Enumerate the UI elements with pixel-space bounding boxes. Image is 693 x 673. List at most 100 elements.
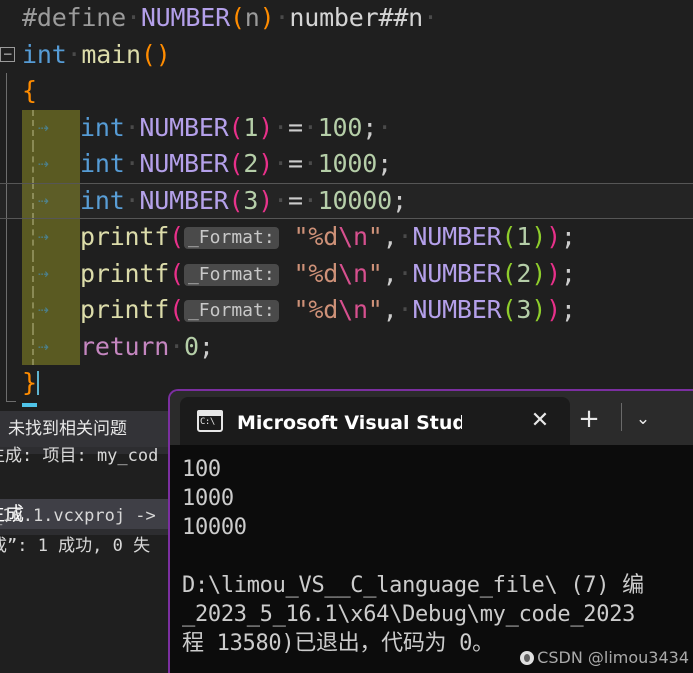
code-token: · xyxy=(397,258,413,288)
new-tab-icon[interactable]: + xyxy=(574,405,604,433)
code-token: { xyxy=(22,76,37,105)
code-text: int·NUMBER(2)·=·1000; xyxy=(80,146,392,183)
code-token: printf xyxy=(80,295,170,324)
code-line-container: #define·NUMBER(n)·number##n· − int·main(){… xyxy=(0,0,693,402)
code-text: int·NUMBER(3)·=·10000; xyxy=(80,183,407,220)
close-icon[interactable]: ✕ xyxy=(528,409,552,433)
code-text: return·0; xyxy=(80,329,214,366)
code-token: "%d xyxy=(293,222,339,251)
terminal-output-area[interactable]: 100 1000 10000 D:\limou_VS__C_language_file… xyxy=(170,445,693,673)
code-token: 2 xyxy=(516,258,532,288)
code-line-printf-1[interactable]: ⇢ printf(_Format: "%d\n",·NUMBER(1)); xyxy=(0,219,693,256)
code-line-return-statement[interactable]: ⇢ return·0; xyxy=(0,328,693,366)
code-token: 1000 xyxy=(317,149,378,178)
change-indicator-bar xyxy=(22,292,80,329)
code-token: , xyxy=(382,222,398,251)
terminal-line: 100 xyxy=(182,457,221,482)
tab-bar-divider xyxy=(621,403,622,431)
console-icon-label: C:\ xyxy=(200,417,215,427)
tab-arrow-icon: ⇢ xyxy=(38,153,49,174)
code-token: ; xyxy=(391,185,407,215)
code-token: int xyxy=(80,112,125,142)
code-token: NUMBER xyxy=(139,149,229,178)
csdn-watermark: CSDN @limou3434 xyxy=(520,648,689,667)
code-token: · xyxy=(397,295,413,324)
terminal-tab-title: Microsoft Visual Studio 调试控 xyxy=(237,411,462,434)
code-token: NUMBER xyxy=(140,3,230,32)
code-token: 0 xyxy=(183,331,199,361)
code-token: ) xyxy=(155,39,171,69)
code-token: · xyxy=(273,112,288,142)
inline-parameter-hint: _Format: xyxy=(183,227,279,249)
watermark-text: CSDN @limou3434 xyxy=(537,648,689,667)
fold-region-line xyxy=(6,255,7,292)
code-token: · xyxy=(124,149,140,178)
code-token: printf xyxy=(80,222,170,251)
tab-arrow-icon: ⇢ xyxy=(38,262,49,284)
chevron-down-icon[interactable]: ⌄ xyxy=(625,405,661,433)
console-icon: C:\ xyxy=(197,410,223,432)
csdn-logo-icon xyxy=(520,650,535,665)
code-token: \n xyxy=(338,258,368,288)
code-token: 1 xyxy=(243,112,259,142)
terminal-tab-bar[interactable]: C:\ Microsoft Visual Studio 调试控 ✕ + ⌄ xyxy=(170,391,693,445)
fold-collapse-icon[interactable]: − xyxy=(0,46,15,62)
indent-guide xyxy=(32,328,34,365)
code-token: printf xyxy=(80,258,170,288)
inline-parameter-hint: _Format: xyxy=(183,263,279,286)
code-token: ( xyxy=(501,258,517,288)
code-token: NUMBER xyxy=(139,112,229,142)
code-token: ( xyxy=(169,295,184,324)
code-line-printf-3[interactable]: ⇢ printf(_Format: "%d\n",·NUMBER(3)); xyxy=(0,292,693,329)
terminal-tab[interactable]: C:\ Microsoft Visual Studio 调试控 ✕ xyxy=(180,397,570,445)
code-token: main xyxy=(81,39,141,69)
code-token: · xyxy=(377,112,392,142)
code-text: printf(_Format: "%d\n",·NUMBER(2)); xyxy=(80,256,576,293)
code-token: number##n xyxy=(289,3,424,32)
tab-arrow-icon: ⇢ xyxy=(38,189,49,211)
code-token: \n xyxy=(338,295,368,324)
code-token: , xyxy=(382,295,398,324)
code-token: · xyxy=(124,112,140,142)
code-token: int xyxy=(80,149,125,178)
code-line-define-line[interactable]: #define·NUMBER(n)·number##n· xyxy=(0,0,693,37)
code-token: NUMBER xyxy=(412,295,502,324)
fold-region-line xyxy=(6,182,7,219)
fold-region-line xyxy=(6,292,7,329)
tab-arrow-icon: ⇢ xyxy=(38,299,49,320)
code-token: ) xyxy=(259,3,275,32)
code-text: int·NUMBER(1)·=·100;· xyxy=(80,110,392,147)
code-token: ( xyxy=(228,149,244,178)
code-token: " xyxy=(367,258,383,288)
inline-parameter-hint: _Format: xyxy=(183,300,279,322)
fold-region-line xyxy=(6,219,7,256)
code-token: \n xyxy=(338,222,368,251)
change-indicator-bar xyxy=(22,146,80,183)
code-line-decl-number-3[interactable]: ⇢ int·NUMBER(3)·=·10000; xyxy=(0,182,693,220)
code-token: = xyxy=(287,112,303,142)
code-token: · xyxy=(169,331,184,361)
code-line-decl-number-1[interactable]: ⇢ int·NUMBER(1)·=·100;· xyxy=(0,109,693,147)
code-text: int·main() xyxy=(22,37,171,74)
text-caret xyxy=(36,371,39,395)
code-token: " xyxy=(367,295,383,324)
code-token: #define xyxy=(22,3,126,32)
code-line-open-brace[interactable]: { xyxy=(0,73,693,110)
code-token: return xyxy=(80,331,170,361)
code-token: ; xyxy=(377,149,392,178)
change-indicator-bar xyxy=(22,255,80,292)
windows-terminal-window[interactable]: C:\ Microsoft Visual Studio 调试控 ✕ + ⌄ 10… xyxy=(168,389,693,673)
code-token: ) xyxy=(531,258,547,288)
indent-guide xyxy=(32,219,34,256)
code-token: · xyxy=(302,185,318,215)
code-line-main-signature[interactable]: − int·main() xyxy=(0,37,693,74)
code-token: ( xyxy=(501,222,517,251)
code-line-printf-2[interactable]: ⇢ printf(_Format: "%d\n",·NUMBER(2)); xyxy=(0,255,693,293)
code-line-decl-number-2[interactable]: ⇢ int·NUMBER(2)·=·1000; xyxy=(0,146,693,183)
code-token: 3 xyxy=(243,185,259,215)
code-token: ( xyxy=(169,222,184,251)
visual-studio-side-panels: 未找到相关问题 生成 生成: 项目: my_cod_16.1.vcxproj -… xyxy=(0,411,168,673)
